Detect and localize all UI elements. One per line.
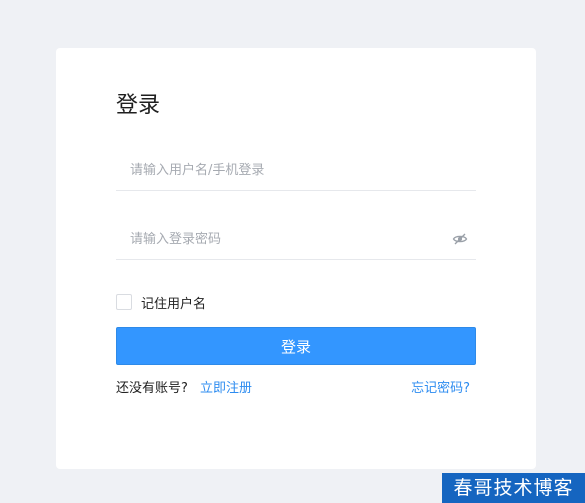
watermark-logo: 春哥技术博客	[442, 473, 585, 503]
register-link[interactable]: 立即注册	[200, 381, 252, 396]
login-title: 登录	[116, 93, 161, 118]
password-input[interactable]	[116, 218, 436, 260]
login-card: 登录 记住用户名 登录 还没有账号? 立即注册 忘记密码?	[56, 48, 536, 469]
username-field-wrapper	[116, 149, 476, 191]
no-account-text: 还没有账号?	[116, 381, 188, 396]
remember-checkbox[interactable]	[116, 294, 132, 310]
login-footer: 还没有账号? 立即注册 忘记密码?	[116, 379, 470, 399]
remember-label: 记住用户名	[141, 296, 207, 312]
eye-hidden-icon[interactable]	[452, 231, 468, 247]
password-field-wrapper	[116, 218, 476, 260]
username-input[interactable]	[116, 149, 436, 191]
forgot-password-link[interactable]: 忘记密码?	[411, 379, 470, 399]
login-button[interactable]: 登录	[116, 327, 476, 365]
remember-username-option[interactable]: 记住用户名	[116, 292, 206, 312]
